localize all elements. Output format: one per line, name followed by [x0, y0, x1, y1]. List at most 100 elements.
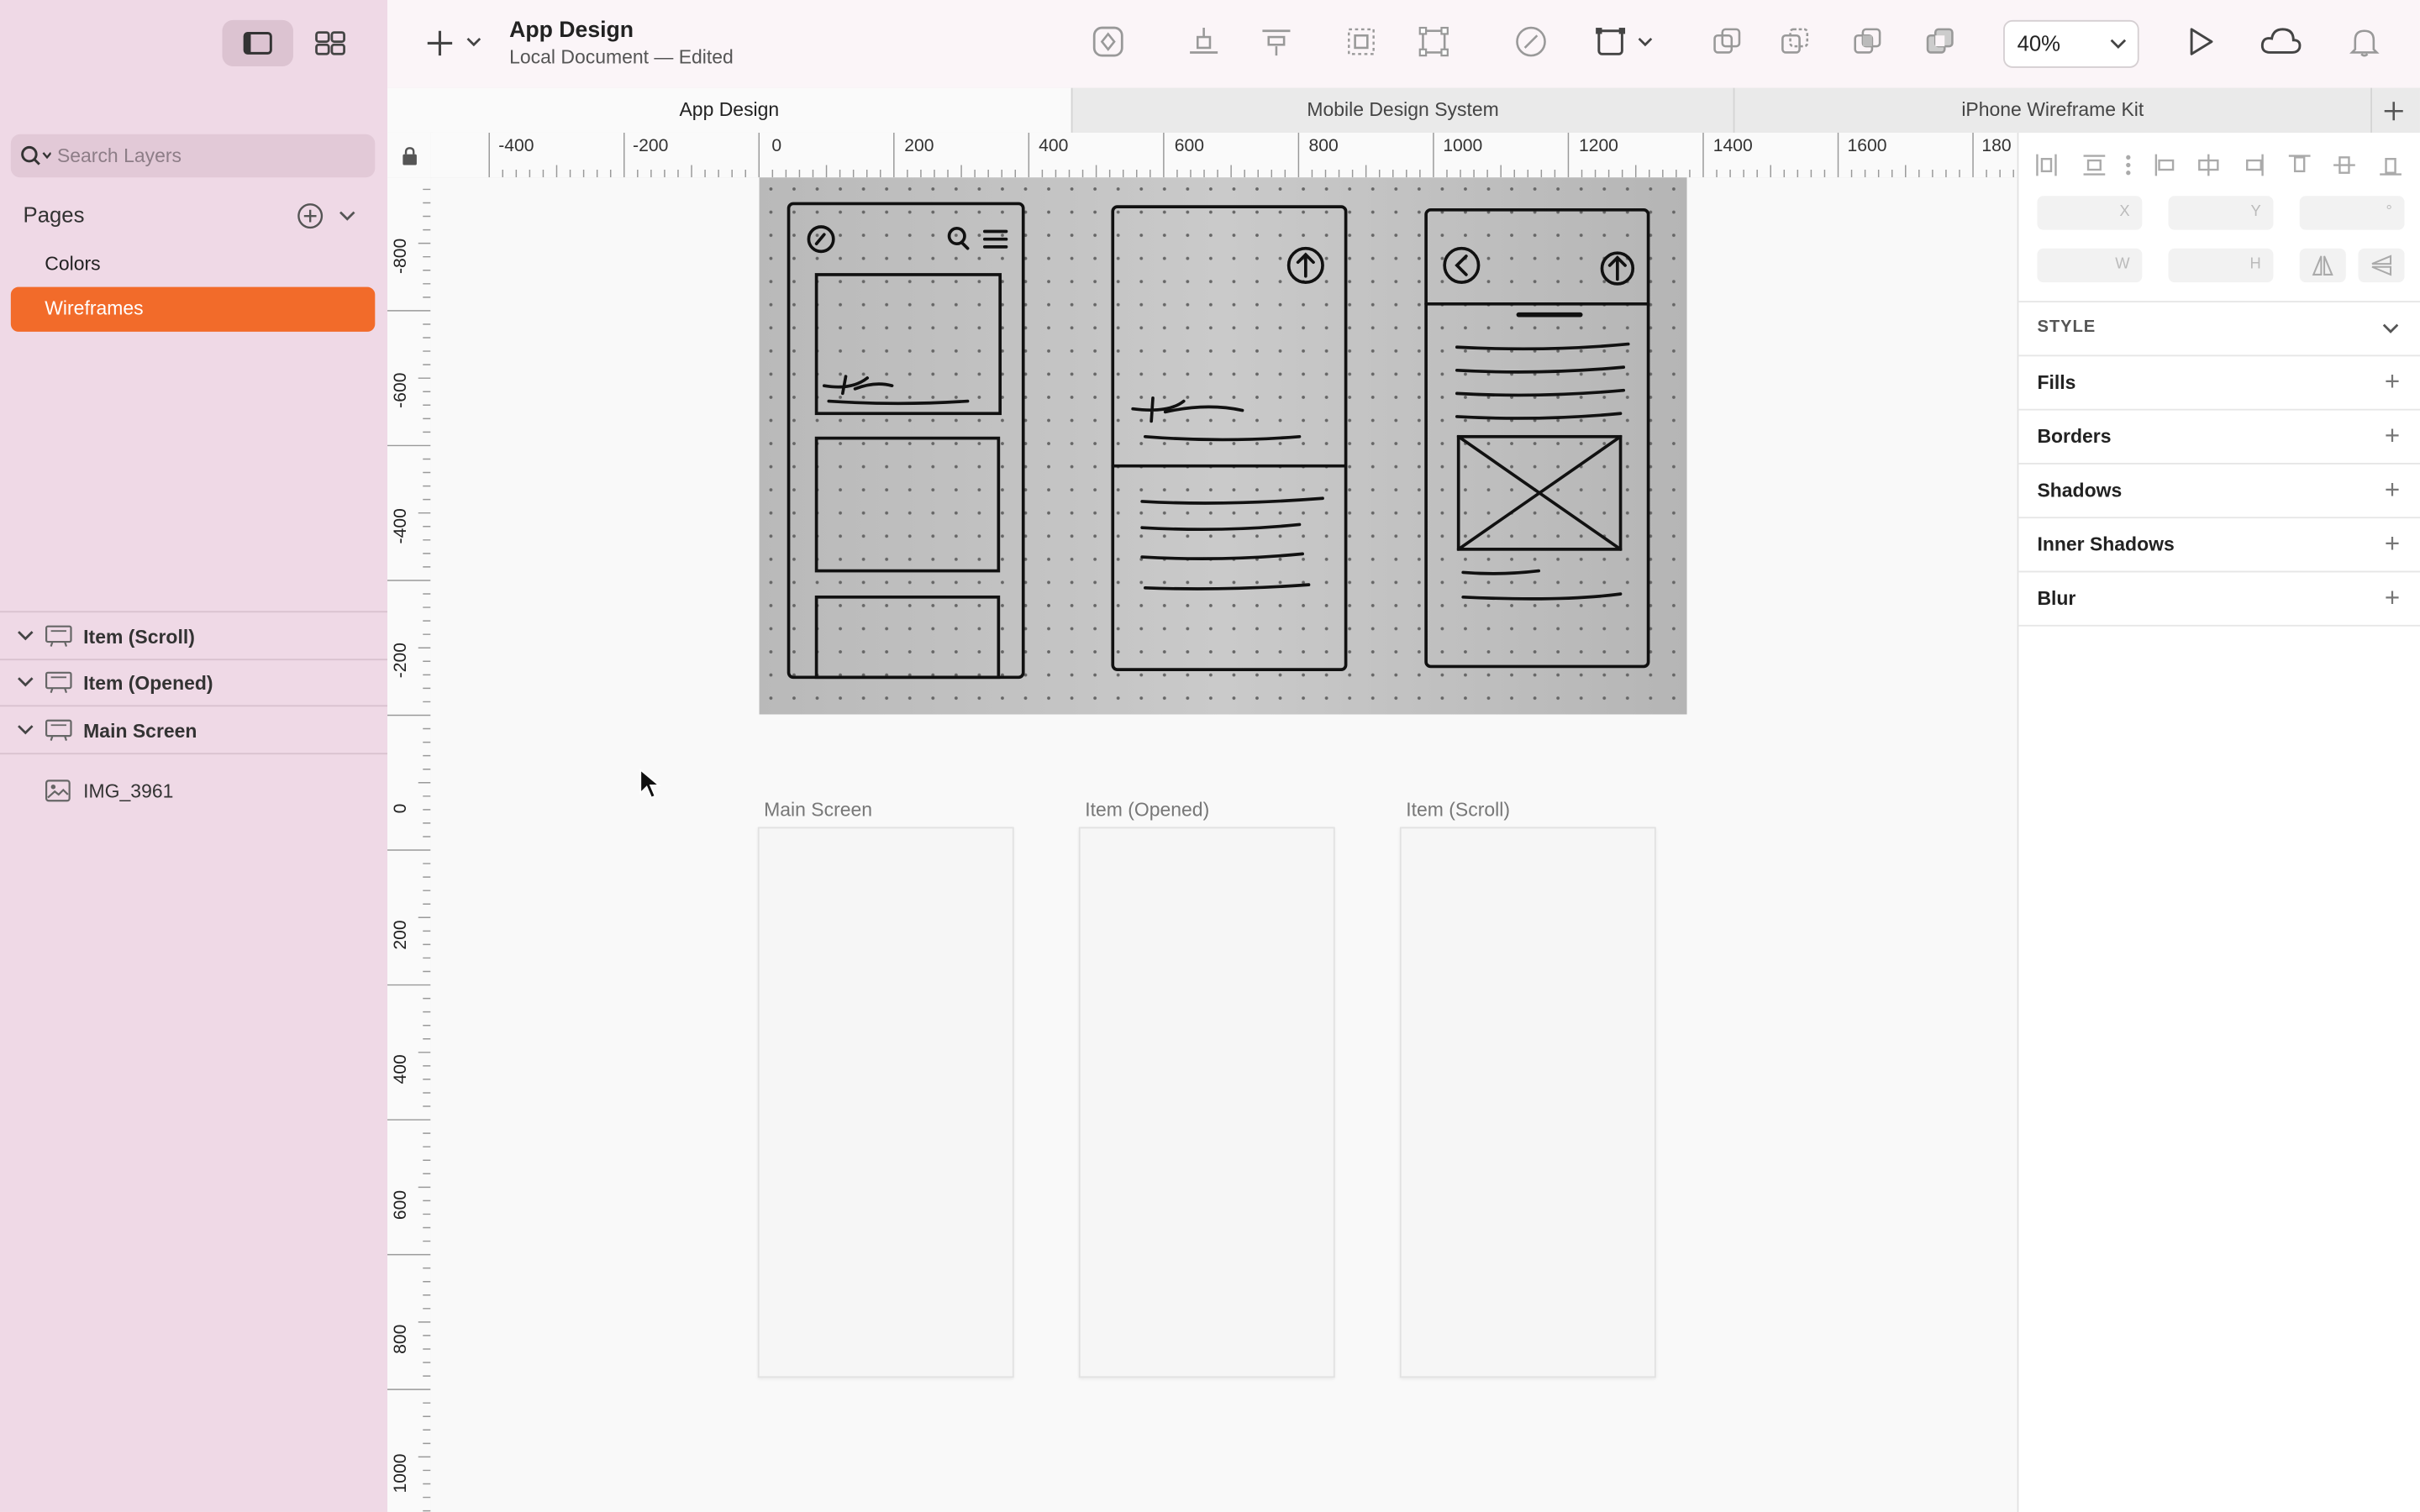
group-icon[interactable]: [1344, 24, 1378, 58]
search-icon: [21, 145, 51, 165]
layer-item-main-screen[interactable]: Main Screen: [0, 708, 387, 754]
shadows-section[interactable]: Shadows +: [2018, 465, 2420, 519]
layer-item-scroll[interactable]: Item (Scroll): [0, 614, 387, 660]
chevron-down-icon[interactable]: [17, 722, 34, 738]
create-symbol-icon[interactable]: [1092, 24, 1125, 58]
vertical-ruler[interactable]: -800 -600 -400 -200 0 200 400 600 800 10…: [387, 177, 433, 1512]
artboard-label[interactable]: Main Screen: [764, 799, 872, 821]
artboard-icon: [45, 671, 72, 694]
pages-collapse-chevron-icon[interactable]: [338, 208, 356, 223]
search-placeholder: Search Layers: [56, 144, 182, 167]
flip-vertical-icon: [2371, 255, 2392, 276]
edit-pen-icon[interactable]: [1514, 24, 1548, 58]
add-fill-icon[interactable]: +: [2385, 367, 2400, 398]
artboard-icon: [45, 719, 72, 741]
ruler-label: 1200: [1578, 137, 1618, 156]
artboard-item-opened[interactable]: [1078, 827, 1335, 1378]
blur-section[interactable]: Blur +: [2018, 572, 2420, 627]
flip-vertical-button[interactable]: [2358, 248, 2405, 283]
ungroup-icon[interactable]: [1417, 24, 1450, 58]
alignment-toolbar-icons[interactable]: [2034, 153, 2412, 177]
ruler-label: 400: [1039, 137, 1069, 156]
ruler-label: 1000: [1443, 137, 1483, 156]
ruler-label: -400: [392, 508, 411, 544]
ruler-corner: [387, 132, 433, 180]
artboard-label[interactable]: Item (Scroll): [1406, 799, 1510, 821]
add-shadow-icon[interactable]: +: [2385, 475, 2400, 507]
ruler-label: 0: [771, 137, 782, 156]
rotation-field[interactable]: °: [2299, 196, 2405, 230]
layer-label: Item (Opened): [83, 672, 213, 695]
image-icon: [45, 780, 71, 802]
distribute-icon[interactable]: [1260, 24, 1293, 58]
page-item-wireframes[interactable]: Wireframes: [10, 286, 376, 332]
play-preview-icon[interactable]: [2184, 24, 2217, 58]
notifications-bell-icon[interactable]: [2348, 24, 2381, 58]
page-item-colors[interactable]: Colors: [11, 242, 375, 286]
artboard-item-scroll[interactable]: [1399, 827, 1656, 1378]
width-field[interactable]: W: [2037, 248, 2143, 283]
search-layers-input[interactable]: Search Layers: [10, 134, 376, 178]
add-inner-shadow-icon[interactable]: +: [2385, 529, 2400, 560]
new-tab-plus-icon[interactable]: [2383, 100, 2405, 122]
subtract-icon[interactable]: [1778, 24, 1812, 58]
wireframe-sketch-image[interactable]: [759, 177, 1687, 715]
ruler-label: -200: [633, 137, 669, 156]
x-position-field[interactable]: X: [2037, 196, 2143, 230]
lock-icon[interactable]: [402, 146, 418, 165]
tab-mobile-design-system[interactable]: Mobile Design System: [1073, 87, 1735, 133]
chevron-down-icon[interactable]: [2381, 321, 2400, 336]
borders-section[interactable]: Borders +: [2018, 411, 2420, 465]
ruler-label: -800: [392, 238, 411, 275]
inner-shadows-section[interactable]: Inner Shadows +: [2018, 518, 2420, 573]
style-header-label: STYLE: [2037, 318, 2096, 337]
w-field-label: W: [2115, 255, 2130, 274]
layer-label: Main Screen: [83, 720, 197, 743]
cloud-icon[interactable]: [2260, 24, 2302, 58]
divider: [0, 753, 388, 755]
ruler-label: 600: [392, 1189, 411, 1221]
mouse-cursor-icon: [639, 768, 661, 799]
document-tabs: App Design Mobile Design System iPhone W…: [387, 87, 2420, 134]
y-field-label: Y: [2250, 203, 2261, 221]
ruler-label: -400: [498, 137, 534, 156]
tab-app-design[interactable]: App Design: [387, 87, 1073, 133]
canvas-view-button[interactable]: [222, 19, 293, 66]
chevron-down-icon[interactable]: [17, 675, 34, 690]
artboard-label[interactable]: Item (Opened): [1085, 799, 1209, 821]
layer-item-opened[interactable]: Item (Opened): [0, 660, 387, 706]
flip-horizontal-button[interactable]: [2299, 248, 2346, 283]
layer-label: Item (Scroll): [83, 626, 195, 648]
insert-plus-icon[interactable]: [426, 28, 481, 59]
add-page-icon[interactable]: [297, 202, 324, 230]
add-border-icon[interactable]: +: [2385, 421, 2400, 452]
pages-title: Pages: [23, 202, 85, 227]
horizontal-ruler[interactable]: -400 -200 0 200 400 600 800 1000 1200 14…: [430, 132, 2018, 180]
ruler-label: 800: [392, 1324, 411, 1354]
artboard-main-screen[interactable]: [757, 827, 1014, 1378]
height-field[interactable]: H: [2168, 248, 2274, 283]
divider: [0, 611, 388, 613]
align-bottom-icon[interactable]: [1186, 24, 1220, 58]
add-blur-icon[interactable]: +: [2385, 583, 2400, 614]
intersect-icon[interactable]: [1850, 24, 1884, 58]
ruler-label: 180: [1981, 137, 2012, 156]
ruler-label: 800: [1308, 137, 1339, 156]
zoom-select[interactable]: 40%: [2003, 19, 2139, 68]
chevron-down-icon[interactable]: [17, 628, 34, 643]
tab-iphone-wireframe-kit[interactable]: iPhone Wireframe Kit: [1734, 87, 2373, 133]
transform-frame-icon[interactable]: [1594, 24, 1655, 58]
inspector-panel: X Y ° W H STYLE Fills + Borders + Shadows +…: [2017, 132, 2420, 1512]
design-canvas[interactable]: Main Screen Item (Opened) Item (Scroll): [430, 177, 2018, 1512]
style-section-header[interactable]: STYLE: [2018, 302, 2420, 357]
section-label: Blur: [2037, 587, 2076, 610]
grid-view-button[interactable]: [295, 20, 366, 66]
y-position-field[interactable]: Y: [2168, 196, 2274, 230]
zoom-value: 40%: [2017, 30, 2061, 56]
layer-item-image[interactable]: IMG_3961: [0, 769, 387, 815]
ruler-label: -200: [392, 642, 411, 679]
union-icon[interactable]: [1710, 24, 1744, 58]
fills-section[interactable]: Fills +: [2018, 356, 2420, 411]
difference-icon[interactable]: [1923, 24, 1957, 58]
horizontal-ruler-ticks: [488, 132, 2014, 178]
